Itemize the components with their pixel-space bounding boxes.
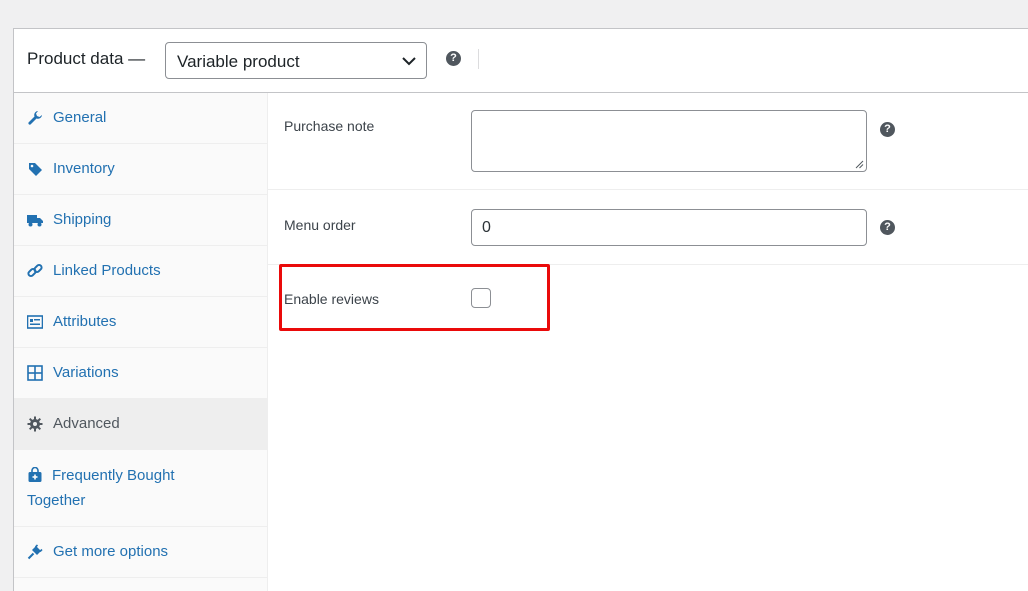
help-icon[interactable]: ?: [446, 51, 461, 66]
tab-advanced-label: Advanced: [53, 415, 120, 432]
plug-icon: [27, 544, 43, 560]
resize-handle-icon: [855, 160, 864, 169]
link-icon: [27, 263, 43, 278]
tab-inventory[interactable]: Inventory: [14, 144, 267, 195]
tab-linked-products[interactable]: Linked Products: [14, 246, 267, 297]
purchase-note-row: Purchase note ?: [268, 93, 1028, 190]
tab-frequently-bought-together[interactable]: Frequently Bought Together: [14, 450, 267, 527]
menu-order-input[interactable]: 0: [471, 209, 867, 246]
menu-order-label: Menu order: [284, 217, 356, 233]
chevron-down-icon: [402, 57, 416, 66]
purchase-note-textarea[interactable]: [471, 110, 867, 172]
tab-variations[interactable]: Variations: [14, 348, 267, 399]
tab-attributes-label: Attributes: [53, 313, 117, 330]
product-data-tabs: General Inventory Shipping Linked Produc…: [14, 93, 268, 591]
header-divider: [478, 49, 479, 69]
tab-frequently-bought-together-label: Frequently Bought Together: [27, 467, 175, 509]
advanced-options-panel: Purchase note ? Menu order 0 ? Enable re…: [268, 93, 1028, 591]
tab-attributes[interactable]: Attributes: [14, 297, 267, 348]
tab-get-more-options-label: Get more options: [53, 543, 169, 560]
gear-icon: [27, 416, 43, 432]
tab-linked-products-label: Linked Products: [53, 262, 161, 279]
grid-icon: [27, 365, 43, 381]
tab-get-more-options[interactable]: Get more options: [14, 527, 267, 578]
purchase-note-help-icon[interactable]: ?: [880, 122, 895, 137]
product-data-title: Product data —: [27, 49, 146, 68]
purchase-note-label: Purchase note: [284, 118, 375, 134]
list-card-icon: [27, 315, 43, 329]
menu-order-row: Menu order 0 ?: [268, 190, 1028, 265]
tab-advanced[interactable]: Advanced: [14, 399, 267, 450]
tag-icon: [29, 163, 42, 176]
tab-variations-label: Variations: [53, 364, 119, 381]
tab-shipping-label: Shipping: [53, 211, 112, 228]
product-type-value: Variable product: [177, 52, 300, 71]
tab-general-label: General: [53, 109, 107, 126]
tab-inventory-label: Inventory: [53, 160, 115, 177]
tab-shipping[interactable]: Shipping: [14, 195, 267, 246]
enable-reviews-highlight: [279, 264, 550, 331]
wrench-icon: [28, 111, 42, 125]
truck-icon: [27, 215, 43, 227]
product-type-select[interactable]: Variable product: [165, 42, 427, 79]
tab-general[interactable]: General: [14, 93, 267, 144]
panel-header: Product data — Variable product ?: [14, 29, 1028, 93]
menu-order-help-icon[interactable]: ?: [880, 220, 895, 235]
